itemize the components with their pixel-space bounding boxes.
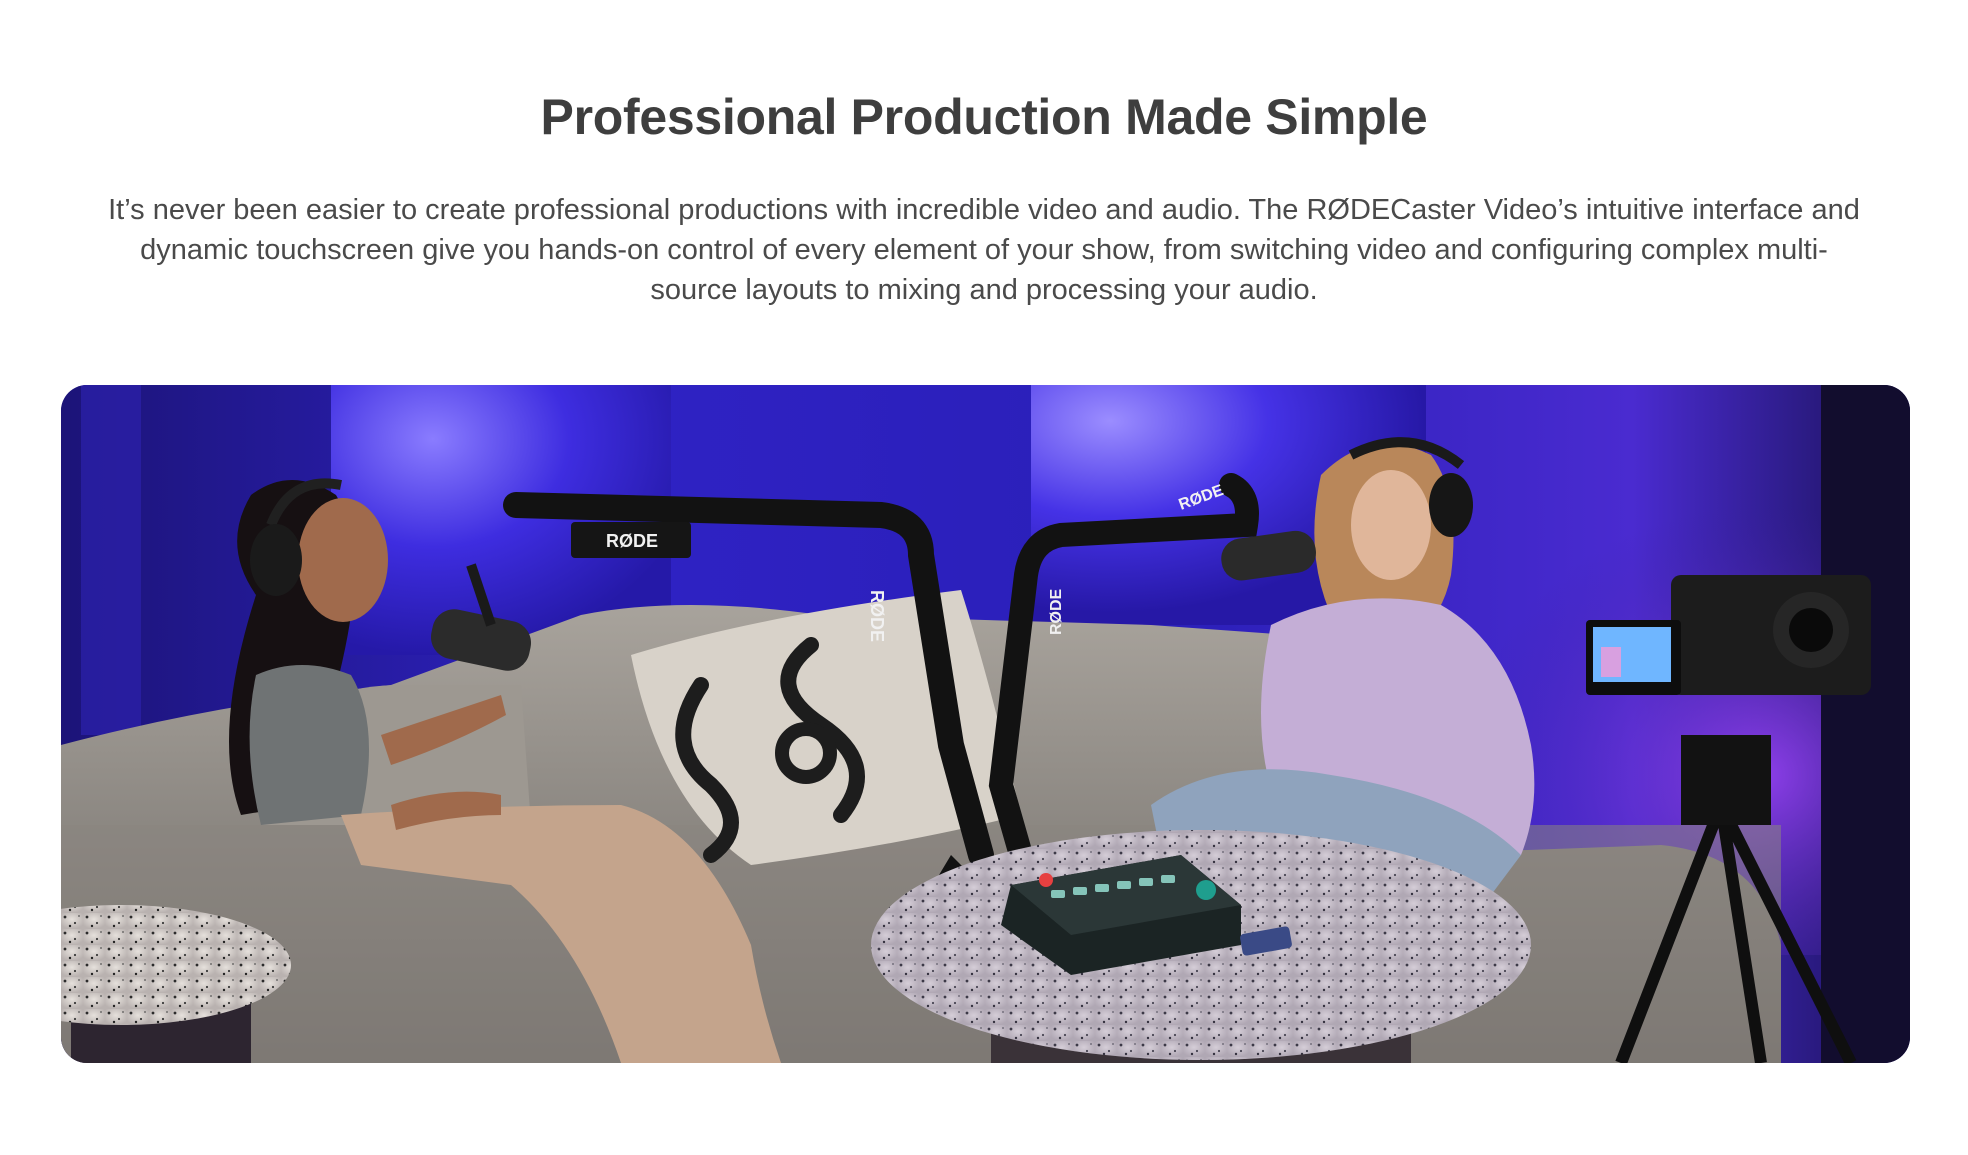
hero-image: RØDE RØDE RØDE RØDE [61,385,1910,1063]
section-description: It’s never been easier to create profess… [108,194,1860,306]
production-section: Professional Production Made Simple It’s… [0,0,1968,1155]
person-left-top [249,665,369,825]
section-title: Professional Production Made Simple [540,89,1428,145]
brand-mark-arm-left-vertical: RØDE [867,590,887,642]
person-right-face [1351,470,1431,580]
person-left-face [298,498,388,622]
brand-mark-arm-right-vertical: RØDE [1048,588,1065,635]
curtain [1821,385,1910,1063]
brand-mark-arm-left: RØDE [606,531,658,551]
studio-scene-illustration: RØDE RØDE RØDE RØDE [61,385,1910,1063]
